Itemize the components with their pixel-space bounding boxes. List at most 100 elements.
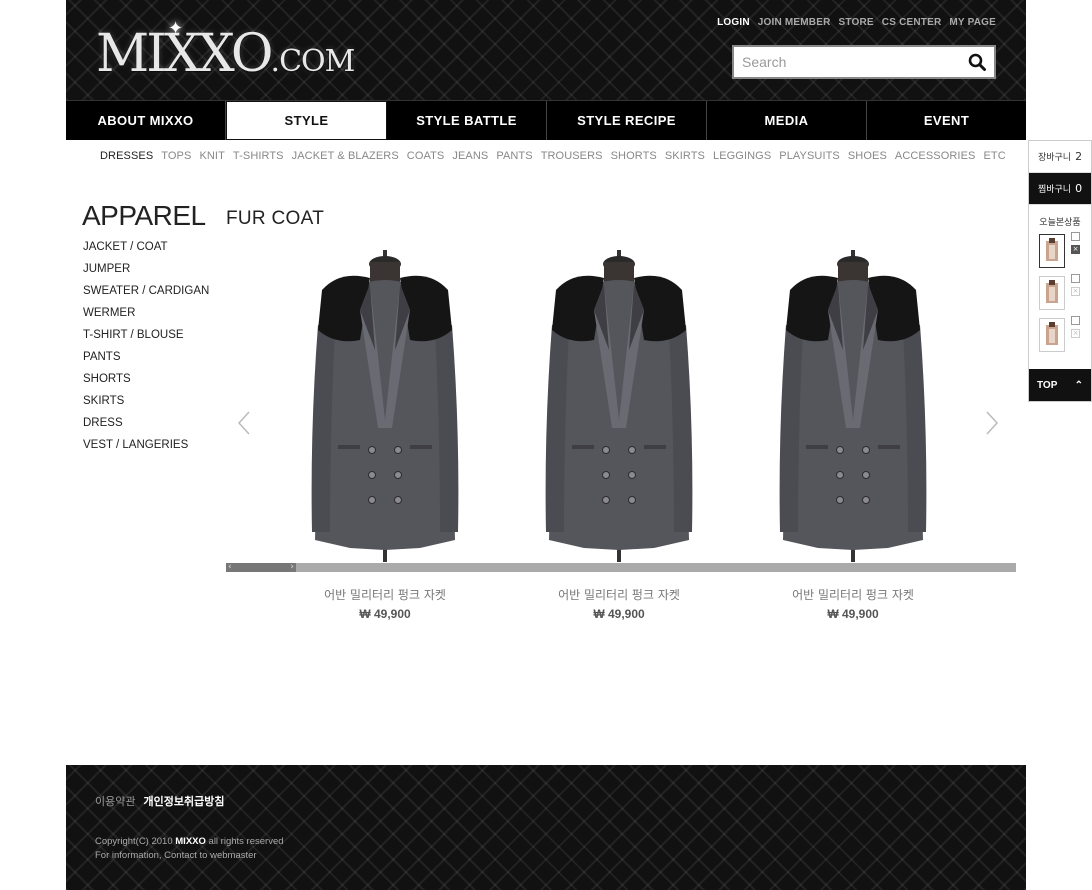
subnav-playsuits[interactable]: PLAYSUITS — [779, 150, 840, 162]
main-nav: ABOUT MIXXO STYLE STYLE BATTLE STYLE REC… — [66, 100, 1026, 140]
sidebar-item-pants[interactable]: PANTS — [83, 350, 209, 372]
copyright-suffix: all rights reserved — [208, 836, 284, 847]
subnav-pants[interactable]: PANTS — [496, 150, 532, 162]
sidebar-item-jumper[interactable]: JUMPER — [83, 262, 209, 284]
chevron-right-icon — [986, 411, 999, 435]
wishlist-label: 찜바구니 — [1037, 185, 1072, 195]
product-name[interactable]: 어반 밀리터리 펑크 자켓 — [534, 586, 704, 603]
recent-item-checkbox[interactable] — [1071, 274, 1080, 283]
quick-panel: 장바구니 2 찜바구니 0 오늘본상품 × × × TOP ⌃ — [1028, 140, 1092, 402]
recent-item-checkbox[interactable] — [1071, 316, 1080, 325]
wishlist-count: 0 — [1075, 182, 1083, 195]
copyright-brand: MIXXO — [175, 836, 206, 847]
search-button[interactable] — [960, 47, 994, 77]
wishlist-link[interactable]: 찜바구니 0 — [1029, 173, 1091, 205]
product-name[interactable]: 어반 밀리터리 펑크 자켓 — [768, 586, 938, 603]
scroll-left-icon[interactable]: ‹ — [228, 563, 232, 572]
sidebar-item-shorts[interactable]: SHORTS — [83, 372, 209, 394]
subnav-trousers[interactable]: TROUSERS — [541, 150, 603, 162]
product-price: ₩ 49,900 — [827, 607, 879, 621]
contact-info: For information, Contact to webmaster — [95, 850, 257, 861]
terms-link[interactable]: 이용약관 — [95, 793, 135, 809]
search-input[interactable] — [734, 47, 960, 77]
sidebar-item-vest-langeries[interactable]: VEST / LANGERIES — [83, 438, 209, 460]
subnav-shoes[interactable]: SHOES — [848, 150, 887, 162]
recent-item-thumbnail[interactable] — [1039, 234, 1065, 268]
product-price: ₩ 49,900 — [359, 607, 411, 621]
subnav-t-shirts[interactable]: T-SHIRTS — [233, 150, 284, 162]
chevron-up-icon: ⌃ — [1074, 379, 1083, 391]
remove-icon[interactable]: × — [1071, 287, 1080, 296]
sidebar-item-tshirt-blouse[interactable]: T-SHIRT / BLOUSE — [83, 328, 209, 350]
footer-links: 이용약관 개인정보취급방침 — [95, 793, 224, 809]
my-page-link[interactable]: MY PAGE — [949, 17, 996, 28]
sidebar-item-skirts[interactable]: SKIRTS — [83, 394, 209, 416]
tab-style-battle[interactable]: STYLE BATTLE — [387, 101, 547, 140]
sidebar-category-list: JACKET / COAT JUMPER SWEATER / CARDIGAN … — [83, 240, 209, 460]
scrollbar-thumb[interactable]: ‹ › — [226, 563, 296, 572]
cart-link[interactable]: 장바구니 2 — [1029, 141, 1091, 173]
recently-viewed-title: 오늘본상품 — [1039, 218, 1081, 228]
search-icon — [968, 53, 986, 71]
sidebar-item-dress[interactable]: DRESS — [83, 416, 209, 438]
sidebar-item-wermer[interactable]: WERMER — [83, 306, 209, 328]
category-subnav: DRESSES TOPS KNIT T-SHIRTS JACKET & BLAZ… — [100, 150, 1006, 162]
subnav-accessories[interactable]: ACCESSORIES — [895, 150, 976, 162]
scroll-top-button[interactable]: TOP ⌃ — [1029, 369, 1091, 401]
remove-icon[interactable]: × — [1071, 245, 1080, 254]
cart-label: 장바구니 — [1037, 153, 1072, 163]
sidebar-item-sweater-cardigan[interactable]: SWEATER / CARDIGAN — [83, 284, 209, 306]
subnav-shorts[interactable]: SHORTS — [611, 150, 657, 162]
scroll-right-icon[interactable]: › — [290, 563, 294, 572]
site-footer: 이용약관 개인정보취급방침 Copyright(C) 2010 MIXXO al… — [66, 765, 1026, 890]
subnav-jeans[interactable]: JEANS — [452, 150, 488, 162]
recent-item-checkbox[interactable] — [1071, 232, 1080, 241]
site-header: ✦ MIXXO.COM LOGIN JOIN MEMBER STORE CS C… — [66, 0, 1026, 100]
copyright-text: Copyright(C) 2010 MIXXO all rights reser… — [95, 835, 284, 863]
join-member-link[interactable]: JOIN MEMBER — [758, 17, 831, 28]
subnav-knit[interactable]: KNIT — [199, 150, 224, 162]
recent-item: × — [1029, 312, 1091, 354]
subnav-jacket-blazers[interactable]: JACKET & BLAZERS — [292, 150, 399, 162]
search-box — [732, 45, 996, 79]
product-price: ₩ 49,900 — [593, 607, 645, 621]
logo-suffix-text: .COM — [270, 44, 356, 79]
copyright-prefix: Copyright(C) 2010 — [95, 836, 173, 847]
tab-style-recipe[interactable]: STYLE RECIPE — [547, 101, 707, 140]
recent-item-thumbnail[interactable] — [1039, 276, 1065, 310]
subnav-leggings[interactable]: LEGGINGS — [713, 150, 771, 162]
tab-event[interactable]: EVENT — [867, 101, 1026, 140]
logo-main-text: MIXXO — [96, 24, 274, 84]
carousel-next-button[interactable] — [982, 408, 1002, 438]
recent-product-image — [1046, 238, 1058, 261]
subnav-dresses[interactable]: DRESSES — [100, 150, 153, 162]
subnav-coats[interactable]: COATS — [407, 150, 445, 162]
subnav-tops[interactable]: TOPS — [161, 150, 191, 162]
product-image[interactable] — [300, 250, 470, 562]
privacy-policy-link[interactable]: 개인정보취급방침 — [143, 793, 224, 809]
recent-item-thumbnail[interactable] — [1039, 318, 1065, 352]
product-image[interactable] — [534, 250, 704, 562]
sparkle-icon: ✦ — [168, 18, 184, 39]
carousel-prev-button[interactable] — [234, 408, 254, 438]
tab-media[interactable]: MEDIA — [707, 101, 867, 140]
cs-center-link[interactable]: CS CENTER — [882, 17, 942, 28]
utility-nav: LOGIN JOIN MEMBER STORE CS CENTER MY PAG… — [717, 17, 996, 28]
chevron-left-icon — [237, 411, 250, 435]
tab-about-mixxo[interactable]: ABOUT MIXXO — [66, 101, 226, 140]
subnav-skirts[interactable]: SKIRTS — [665, 150, 705, 162]
store-link[interactable]: STORE — [839, 17, 874, 28]
sidebar-item-jacket-coat[interactable]: JACKET / COAT — [83, 240, 209, 262]
product-name[interactable]: 어반 밀리터리 펑크 자켓 — [300, 586, 470, 603]
carousel-scrollbar[interactable]: ‹ › — [226, 563, 1016, 572]
remove-icon[interactable]: × — [1071, 329, 1080, 338]
product-image[interactable] — [768, 250, 938, 562]
category-title: FUR COAT — [226, 208, 325, 229]
sidebar-title: APPAREL — [82, 200, 206, 231]
tab-style[interactable]: STYLE — [226, 101, 387, 140]
mixxo-logo[interactable]: ✦ MIXXO.COM — [96, 18, 356, 86]
subnav-etc[interactable]: ETC — [983, 150, 1005, 162]
cart-count: 2 — [1075, 150, 1083, 163]
login-link[interactable]: LOGIN — [717, 17, 750, 28]
top-label: TOP — [1037, 379, 1058, 391]
